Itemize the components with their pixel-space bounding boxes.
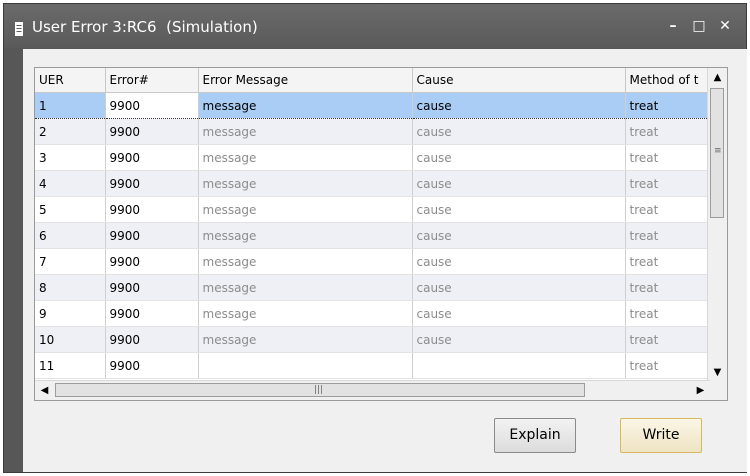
uer-cell[interactable]: 4 <box>35 170 106 197</box>
method-cell[interactable]: treat <box>625 274 710 301</box>
error-message-cell[interactable]: message <box>198 170 413 197</box>
write-button[interactable]: Write <box>620 418 702 453</box>
column-header-error-number[interactable]: Error# <box>105 68 199 93</box>
column-header-cause[interactable]: Cause <box>412 68 626 93</box>
error-number-cell[interactable]: 9900 <box>105 300 199 327</box>
table-row[interactable]: 10 9900 message cause treat <box>35 326 710 353</box>
error-number-cell[interactable]: 9900 <box>105 118 199 145</box>
error-message-cell[interactable]: message <box>198 248 413 275</box>
title-bar[interactable]: User Error 3:RC6 (Simulation) – □ ✕ <box>4 4 746 48</box>
cause-cell[interactable]: cause <box>412 170 626 197</box>
cause-cell[interactable]: cause <box>412 300 626 327</box>
method-cell[interactable]: treat <box>625 222 710 249</box>
error-number-cell[interactable]: 9900 <box>105 352 199 379</box>
error-number-cell[interactable]: 9900 <box>105 144 199 171</box>
cause-cell[interactable]: cause <box>412 222 626 249</box>
table-row[interactable]: 9 9900 message cause treat <box>35 300 710 327</box>
uer-cell[interactable]: 3 <box>35 144 106 171</box>
method-cell[interactable]: treat <box>625 144 710 171</box>
table-row[interactable]: 1 9900 message cause treat <box>35 92 710 119</box>
user-error-window: User Error 3:RC6 (Simulation) – □ ✕ UER … <box>3 3 747 473</box>
scroll-down-arrow-icon[interactable]: ▼ <box>709 364 726 381</box>
table-row[interactable]: 8 9900 message cause treat <box>35 274 710 301</box>
cause-cell[interactable]: cause <box>412 196 626 223</box>
uer-cell[interactable]: 1 <box>35 92 106 119</box>
grip-icon: ||| <box>314 385 324 395</box>
column-header-uer[interactable]: UER <box>35 68 106 93</box>
table-row[interactable]: 11 9900 treat <box>35 352 710 379</box>
uer-cell[interactable]: 6 <box>35 222 106 249</box>
error-number-cell[interactable]: 9900 <box>105 92 199 119</box>
cause-cell[interactable]: cause <box>412 92 626 119</box>
uer-cell[interactable]: 5 <box>35 196 106 223</box>
error-number-cell[interactable]: 9900 <box>105 248 199 275</box>
cause-cell[interactable]: cause <box>412 248 626 275</box>
error-table: UER Error# Error Message Cause Method of… <box>35 68 710 379</box>
dialog-content: UER Error# Error Message Cause Method of… <box>23 49 747 472</box>
error-message-cell[interactable]: message <box>198 326 413 353</box>
column-header-method[interactable]: Method of t <box>625 68 710 93</box>
table-row[interactable]: 6 9900 message cause treat <box>35 222 710 249</box>
error-number-cell[interactable]: 9900 <box>105 222 199 249</box>
scroll-right-arrow-icon[interactable]: ▶ <box>692 382 709 399</box>
method-cell[interactable]: treat <box>625 326 710 353</box>
error-number-cell[interactable]: 9900 <box>105 326 199 353</box>
grip-icon: ≡ <box>714 146 722 156</box>
scroll-left-arrow-icon[interactable]: ◀ <box>36 382 53 399</box>
uer-cell[interactable]: 9 <box>35 300 106 327</box>
method-cell[interactable]: treat <box>625 170 710 197</box>
table-row[interactable]: 7 9900 message cause treat <box>35 248 710 275</box>
uer-cell[interactable]: 11 <box>35 352 106 379</box>
error-message-cell[interactable]: message <box>198 222 413 249</box>
error-number-cell[interactable]: 9900 <box>105 170 199 197</box>
error-message-cell[interactable]: message <box>198 274 413 301</box>
table-header-row: UER Error# Error Message Cause Method of… <box>35 68 710 93</box>
table-row[interactable]: 3 9900 message cause treat <box>35 144 710 171</box>
error-message-cell[interactable]: message <box>198 300 413 327</box>
horizontal-scroll-thumb[interactable]: ||| <box>55 383 585 397</box>
method-cell[interactable]: treat <box>625 118 710 145</box>
error-message-cell[interactable]: message <box>198 196 413 223</box>
cause-cell[interactable]: cause <box>412 326 626 353</box>
window-title: User Error 3:RC6 (Simulation) <box>32 18 258 36</box>
uer-cell[interactable]: 8 <box>35 274 106 301</box>
scrollbar-corner <box>708 381 727 400</box>
maximize-button[interactable]: □ <box>690 18 708 34</box>
explain-button[interactable]: Explain <box>494 418 576 453</box>
error-message-cell[interactable]: message <box>198 144 413 171</box>
method-cell[interactable]: treat <box>625 352 710 379</box>
table-row[interactable]: 4 9900 message cause treat <box>35 170 710 197</box>
method-cell[interactable]: treat <box>625 196 710 223</box>
method-cell[interactable]: treat <box>625 300 710 327</box>
error-table-frame: UER Error# Error Message Cause Method of… <box>34 67 728 401</box>
cause-cell[interactable]: cause <box>412 118 626 145</box>
scroll-up-arrow-icon[interactable]: ▲ <box>709 69 726 86</box>
table-row[interactable]: 5 9900 message cause treat <box>35 196 710 223</box>
cause-cell[interactable]: cause <box>412 274 626 301</box>
horizontal-scrollbar[interactable]: ◀ ||| ▶ <box>35 380 710 400</box>
error-message-cell[interactable] <box>198 352 413 379</box>
cause-cell[interactable] <box>412 352 626 379</box>
error-message-cell[interactable]: message <box>198 118 413 145</box>
method-cell[interactable]: treat <box>625 92 710 119</box>
error-message-cell[interactable]: message <box>198 92 413 119</box>
uer-cell[interactable]: 7 <box>35 248 106 275</box>
error-number-cell[interactable]: 9900 <box>105 196 199 223</box>
minimize-button[interactable]: – <box>664 18 682 34</box>
uer-cell[interactable]: 10 <box>35 326 106 353</box>
method-cell[interactable]: treat <box>625 248 710 275</box>
close-button[interactable]: ✕ <box>716 18 734 34</box>
table-row[interactable]: 2 9900 message cause treat <box>35 118 710 145</box>
document-icon <box>15 22 23 36</box>
uer-cell[interactable]: 2 <box>35 118 106 145</box>
vertical-scroll-thumb[interactable]: ≡ <box>710 88 724 218</box>
column-header-error-message[interactable]: Error Message <box>198 68 413 93</box>
error-number-cell[interactable]: 9900 <box>105 274 199 301</box>
cause-cell[interactable]: cause <box>412 144 626 171</box>
vertical-scrollbar[interactable]: ▲ ≡ ▼ <box>707 68 727 382</box>
